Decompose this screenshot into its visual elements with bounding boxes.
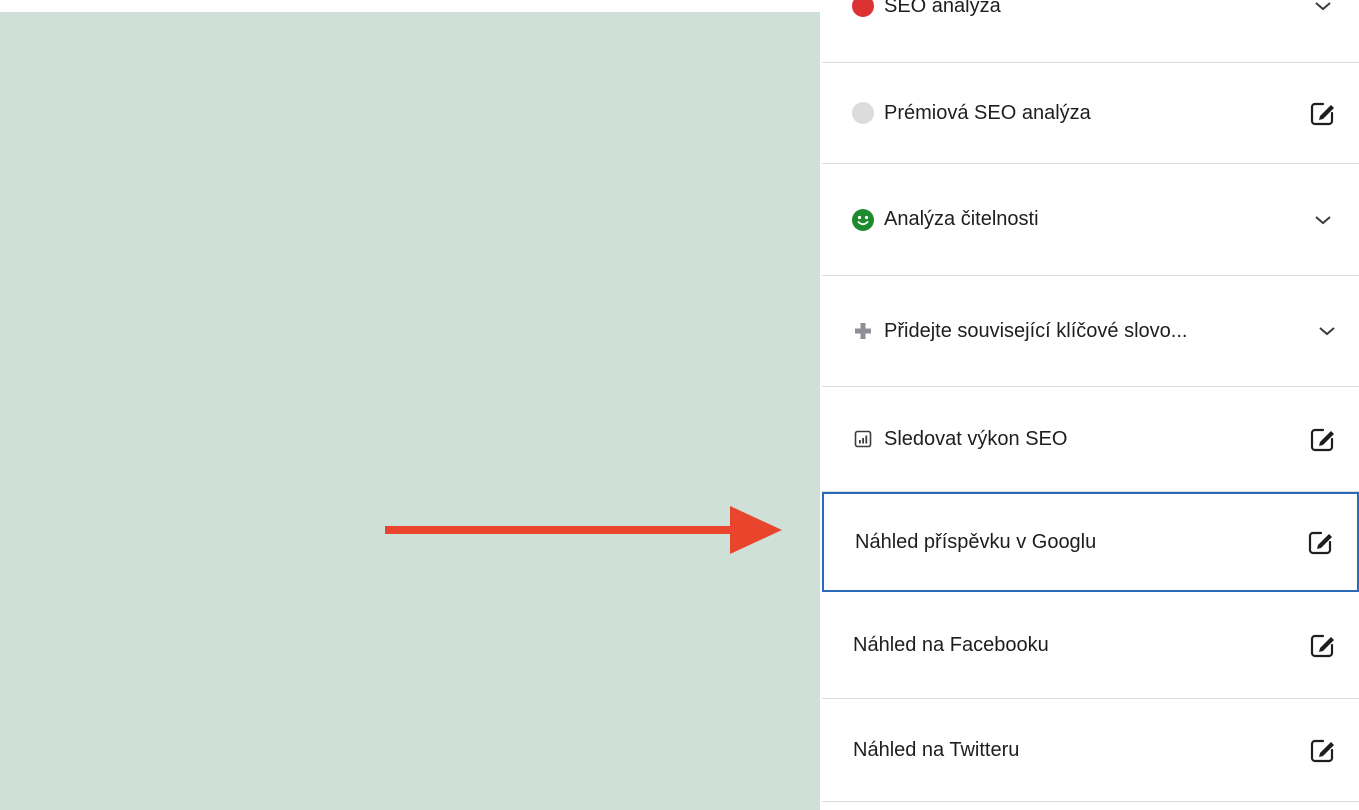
add-related-keyword-toggle[interactable]: Přidejte související klíčové slovo...: [822, 276, 1359, 387]
facebook-preview-row[interactable]: Náhled na Facebooku: [822, 592, 1359, 699]
track-seo-performance-row[interactable]: Sledovat výkon SEO: [822, 387, 1359, 492]
row-label: Analýza čitelnosti: [884, 208, 1039, 230]
row-label: Prémiová SEO analýza: [884, 101, 1091, 124]
grey-dot-icon: [852, 102, 874, 124]
twitter-preview-row[interactable]: Náhled na Twitteru: [822, 699, 1359, 802]
row-label: SEO analýza: [884, 0, 1001, 17]
chevron-down-icon: [1309, 206, 1337, 234]
seo-analysis-panel-toggle[interactable]: SEO analýza: [822, 0, 1359, 63]
edit-icon: [1309, 631, 1337, 659]
edit-icon: [1309, 736, 1337, 764]
row-label: Přidejte související klíčové slovo...: [884, 319, 1188, 342]
seo-sidebar-panel: SEO analýza Prémiová SEO analýza Analýza…: [822, 0, 1359, 810]
red-arrow-annotation: [385, 506, 782, 554]
red-dot-icon: [852, 0, 874, 17]
edit-icon: [1307, 528, 1335, 556]
row-label: Sledovat výkon SEO: [884, 427, 1068, 450]
row-label: Náhled na Twitteru: [853, 738, 1020, 761]
chevron-down-icon: [1309, 0, 1337, 20]
smiley-green-icon: [852, 208, 874, 231]
screen: SEO analýza Prémiová SEO analýza Analýza…: [0, 0, 1359, 810]
premium-seo-analysis-row[interactable]: Prémiová SEO analýza: [822, 63, 1359, 164]
plus-icon: [852, 320, 874, 342]
readability-analysis-toggle[interactable]: Analýza čitelnosti: [822, 164, 1359, 276]
google-preview-row[interactable]: Náhled příspěvku v Googlu: [822, 492, 1359, 592]
edit-icon: [1309, 425, 1337, 453]
editor-canvas[interactable]: [0, 12, 820, 810]
row-label: Náhled na Facebooku: [853, 633, 1049, 656]
edit-icon: [1309, 99, 1337, 127]
row-label: Náhled příspěvku v Googlu: [855, 530, 1097, 553]
chevron-down-icon: [1313, 317, 1341, 345]
chart-icon: [852, 428, 874, 450]
